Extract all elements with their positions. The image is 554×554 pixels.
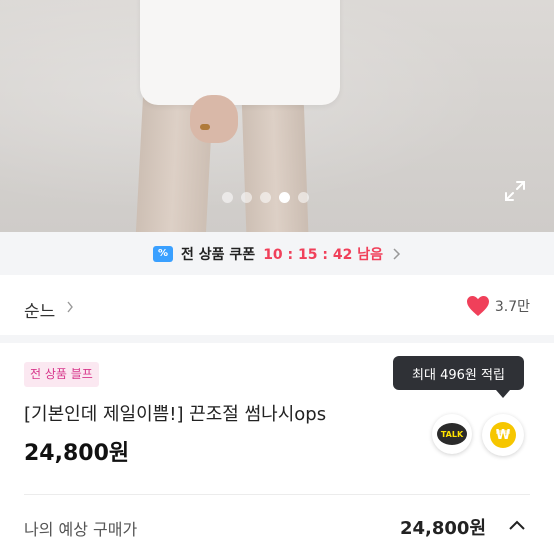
- promo-badge: 전 상품 블프: [24, 362, 99, 387]
- product-price: 24,800원: [24, 441, 130, 466]
- carousel-dot-active[interactable]: [279, 192, 290, 203]
- tooltip-arrow: [496, 390, 510, 398]
- coupon-ticket-icon: %: [153, 245, 174, 262]
- expected-price-value: 24,800원: [400, 518, 487, 539]
- product-title: [기본인데 제일이쁨!] 끈조절 썸나시ops: [24, 404, 327, 425]
- carousel-indicator: [222, 192, 309, 203]
- shop-row: 순느 3.7만: [0, 283, 554, 331]
- shop-name[interactable]: 순느: [24, 297, 55, 322]
- carousel-dot[interactable]: [260, 192, 271, 203]
- expected-price-label: 나의 예상 구매가: [24, 520, 138, 539]
- coupon-label: 전 상품 쿠폰: [181, 246, 256, 263]
- chevron-right-icon: [393, 247, 401, 260]
- like-button[interactable]: 3.7만: [466, 295, 530, 317]
- like-count: 3.7만: [494, 299, 530, 315]
- points-tooltip: 최대 496원 적립: [393, 356, 524, 390]
- chevron-right-icon[interactable]: [66, 301, 74, 313]
- ring: [200, 124, 210, 130]
- product-image[interactable]: [0, 0, 554, 232]
- coupon-timer: 10 : 15 : 42 남음: [263, 246, 383, 263]
- carousel-dot[interactable]: [241, 192, 252, 203]
- kakao-talk-icon: TALK: [437, 423, 467, 445]
- heart-icon: [466, 296, 489, 316]
- points-button[interactable]: ₩: [482, 414, 524, 456]
- model-leg-right: [241, 88, 309, 232]
- expand-icon[interactable]: [504, 180, 526, 202]
- kakao-talk-button[interactable]: TALK: [432, 414, 472, 454]
- won-coin-icon: ₩: [490, 422, 516, 448]
- divider-line: [24, 494, 530, 495]
- white-dress: [140, 0, 340, 105]
- chevron-up-icon[interactable]: [508, 519, 526, 531]
- section-divider: [0, 335, 554, 343]
- coupon-banner[interactable]: % 전 상품 쿠폰 10 : 15 : 42 남음: [0, 232, 554, 275]
- model-hand: [190, 95, 238, 143]
- carousel-dot[interactable]: [222, 192, 233, 203]
- carousel-dot[interactable]: [298, 192, 309, 203]
